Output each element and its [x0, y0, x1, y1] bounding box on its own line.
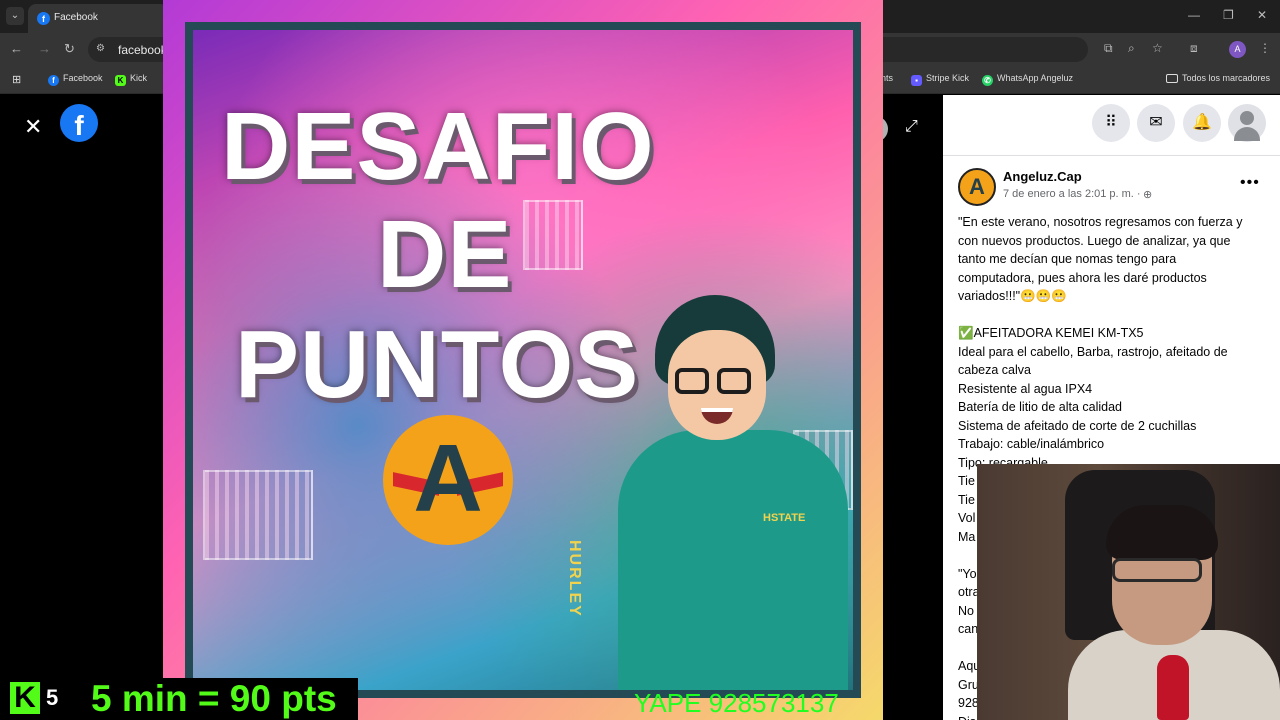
bookmark-facebook[interactable]: f Facebook — [48, 73, 103, 86]
extensions-icon[interactable]: ⧈ — [1190, 41, 1198, 56]
logo-letter: A — [413, 425, 483, 532]
chrome-menu-icon[interactable]: ⋮ — [1259, 41, 1271, 55]
folder-icon — [1166, 74, 1178, 83]
whatsapp-icon: ✆ — [982, 75, 993, 86]
poster-title-line3: PUNTOS — [235, 311, 640, 418]
webcam-person-hair — [1106, 505, 1218, 560]
stripe-icon: ▪ — [911, 75, 922, 86]
bookmark-stripe-kick[interactable]: ▪ Stripe Kick — [911, 73, 969, 86]
apps-grid-icon[interactable]: ⊞ — [12, 73, 21, 86]
grid-menu-icon[interactable]: ⠿ — [1092, 104, 1130, 142]
temple-ruin-top — [523, 200, 583, 270]
site-info-icon[interactable]: ⚙ — [96, 43, 105, 54]
post-text-line: "En este verano, nosotros regresamos con… — [958, 215, 1243, 229]
bookmark-whatsapp[interactable]: ✆ WhatsApp Angeluz — [982, 73, 1073, 86]
post-author-name[interactable]: Angeluz.Cap — [1003, 169, 1082, 184]
character-hoodie — [618, 430, 848, 690]
poster-title-line2: DE — [377, 201, 513, 308]
tab-facebook[interactable]: f Facebook — [28, 4, 168, 33]
bell-icon[interactable]: 🔔 — [1183, 104, 1221, 142]
reload-icon[interactable]: ↻ — [64, 41, 75, 57]
points-overlay: 5 min = 90 pts — [91, 678, 337, 719]
post-text-line: Batería de litio de alta calidad — [958, 400, 1122, 414]
temple-ruin-left — [203, 470, 313, 560]
character-glasses — [675, 368, 709, 394]
webcam-person-glasses — [1112, 558, 1202, 582]
bookmark-star-icon[interactable]: ☆ — [1152, 41, 1163, 55]
poster-title-line1: DESAFIO — [221, 93, 655, 200]
tab-search-icon[interactable]: ⌄ — [6, 7, 24, 25]
yape-overlay: YAPE 928573137 — [634, 688, 839, 718]
minimize-icon[interactable]: — — [1188, 8, 1200, 22]
more-options-icon[interactable]: ••• — [1240, 174, 1260, 192]
webcam-microphone — [1157, 655, 1189, 720]
post-text-line: Ideal para el cabello, Barba, rastrojo, … — [958, 344, 1228, 359]
kick-logo-icon: K — [10, 682, 40, 714]
close-viewer-icon[interactable]: ✕ — [24, 114, 42, 140]
post-text-line: Trabajo: cable/inalámbrico — [958, 437, 1105, 451]
post-timestamp[interactable]: 7 de enero a las 2:01 p. m. · — [1003, 188, 1141, 200]
kick-viewer-count: 5 — [46, 685, 59, 710]
tab-title: Facebook — [54, 12, 98, 23]
globe-icon: ⊕ — [1143, 189, 1153, 201]
back-icon[interactable]: ← — [10, 41, 23, 56]
sleeve-text: HURLEY — [566, 540, 583, 618]
post-text-line: Sistema de afeitado de corte de 2 cuchil… — [958, 418, 1197, 433]
install-app-icon[interactable]: ⧉ — [1104, 41, 1113, 56]
forward-icon[interactable]: → — [38, 41, 51, 56]
post-text-line: tanto me decían que nomas tengo para — [958, 252, 1177, 266]
fullscreen-icon[interactable]: ⤢ — [905, 118, 918, 136]
kick-icon: K — [115, 75, 126, 86]
restore-icon[interactable]: ❐ — [1223, 8, 1234, 22]
hoodie-logo-text: HSTATE — [763, 512, 806, 524]
bookmark-kick[interactable]: K Kick — [115, 73, 147, 86]
post-image: DESAFIO DE PUNTOS A HSTATE HURLEY — [163, 0, 883, 720]
post-text-line: ✅AFEITADORA KEMEI KM-TX5 — [958, 326, 1144, 340]
messenger-icon[interactable]: ✉ — [1137, 104, 1175, 142]
bookmark-all[interactable]: Todos los marcadores — [1166, 73, 1270, 83]
author-avatar[interactable]: A — [958, 168, 996, 206]
panel-divider — [943, 155, 1280, 156]
profile-avatar[interactable]: A — [1229, 41, 1246, 58]
account-icon[interactable] — [1228, 104, 1266, 142]
post-text-line: Resistente al agua IPX4 — [958, 381, 1093, 396]
post-text-line: con nuevos productos. Luego de analizar,… — [958, 233, 1231, 248]
close-window-icon[interactable]: ✕ — [1257, 8, 1267, 22]
angeluz-logo: A — [383, 415, 513, 545]
zoom-icon[interactable]: ⌕ — [1128, 41, 1135, 56]
facebook-favicon-icon: f — [37, 12, 50, 25]
facebook-icon: f — [48, 75, 59, 86]
post-text-line: variados!!!"😬😬😬 — [958, 289, 1067, 303]
post-text-line: computadora, pues ahora les daré product… — [958, 270, 1207, 285]
facebook-logo-icon[interactable]: f — [60, 104, 98, 142]
post-text-line: cabeza calva — [958, 363, 1031, 377]
